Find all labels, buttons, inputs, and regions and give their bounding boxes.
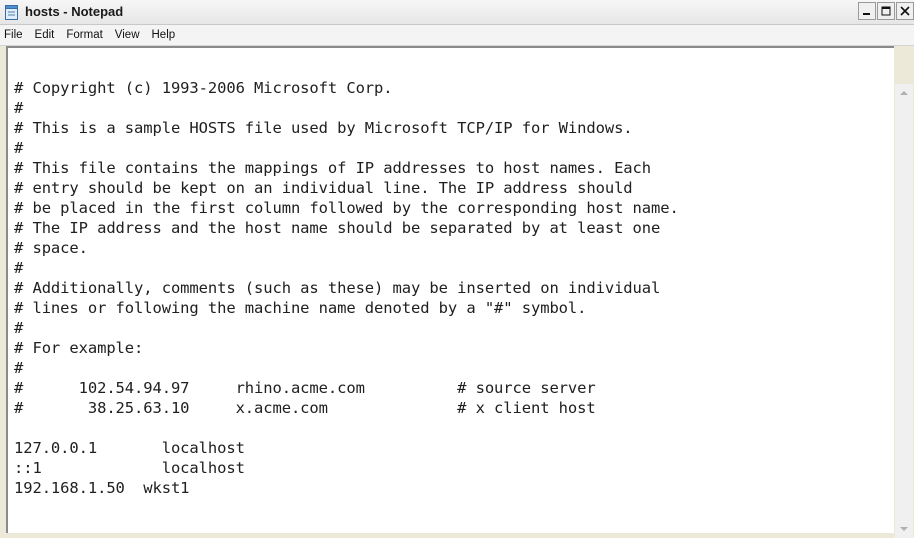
editor-line: # Additionally, comments (such as these)…: [14, 279, 661, 297]
arrow-up-icon: [900, 91, 908, 95]
caption-buttons: [857, 2, 914, 22]
maximize-button[interactable]: [877, 2, 895, 20]
title-bar[interactable]: hosts - Notepad: [0, 0, 914, 25]
editor-line: # entry should be kept on an individual …: [14, 179, 633, 197]
menu-file[interactable]: File: [0, 29, 29, 41]
editor-line: #: [14, 139, 24, 157]
arrow-down-icon: [900, 527, 908, 531]
vertical-scrollbar[interactable]: [895, 84, 913, 538]
menu-view[interactable]: View: [109, 29, 146, 41]
notepad-window: hosts - Notepad File Edit Format View He…: [0, 0, 914, 538]
scroll-up-button[interactable]: [895, 84, 913, 102]
menu-bar: File Edit Format View Help: [0, 25, 914, 46]
editor-line: #: [14, 259, 24, 277]
menu-help[interactable]: Help: [146, 29, 182, 41]
editor-line: # 102.54.94.97 rhino.acme.com # source s…: [14, 379, 596, 397]
editor-text-content[interactable]: # Copyright (c) 1993-2006 Microsoft Corp…: [14, 78, 894, 498]
editor-line: #: [14, 99, 24, 117]
close-icon: [900, 6, 910, 16]
editor-line: # The IP address and the host name shoul…: [14, 219, 661, 237]
editor-line: # For example:: [14, 339, 144, 357]
editor-line: # lines or following the machine name de…: [14, 299, 587, 317]
minimize-button[interactable]: [858, 2, 876, 20]
editor-line: # This is a sample HOSTS file used by Mi…: [14, 119, 633, 137]
menu-edit[interactable]: Edit: [29, 29, 61, 41]
editor-line: 127.0.0.1 localhost: [14, 439, 245, 457]
maximize-icon: [881, 6, 891, 16]
editor-line: # 38.25.63.10 x.acme.com # x client host: [14, 399, 596, 417]
editor-line: # be placed in the first column followed…: [14, 199, 679, 217]
editor-line: # This file contains the mappings of IP …: [14, 159, 651, 177]
notepad-icon: [5, 4, 19, 20]
editor-line: 192.168.1.50 wkst1: [14, 479, 190, 497]
window-title: hosts - Notepad: [25, 4, 124, 19]
editor-line: #: [14, 359, 24, 377]
menu-format[interactable]: Format: [60, 29, 108, 41]
scroll-down-button[interactable]: [895, 520, 913, 538]
editor-line: ::1 localhost: [14, 459, 245, 477]
close-button[interactable]: [896, 2, 914, 20]
editor-line: # Copyright (c) 1993-2006 Microsoft Corp…: [14, 79, 393, 97]
editor-line: #: [14, 319, 24, 337]
minimize-icon: [863, 13, 870, 15]
editor-line: # space.: [14, 239, 88, 257]
